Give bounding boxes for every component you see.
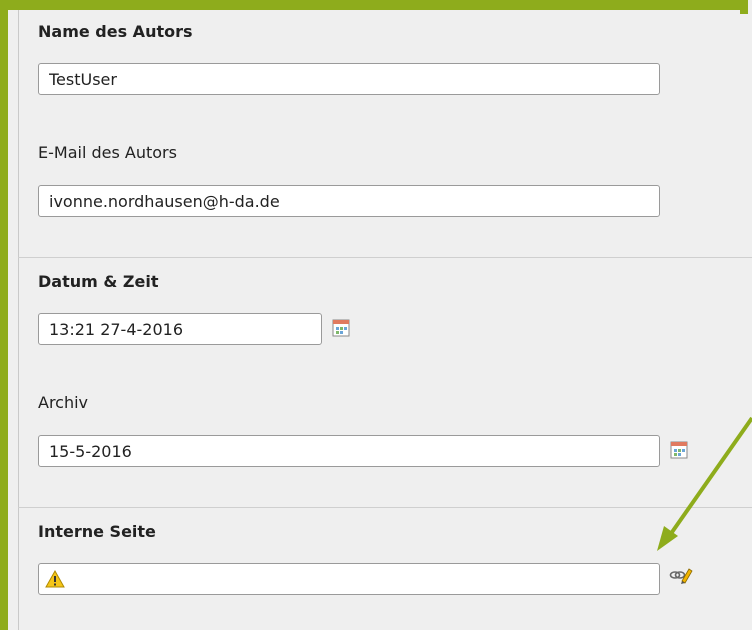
annotation-arrow <box>657 416 752 551</box>
